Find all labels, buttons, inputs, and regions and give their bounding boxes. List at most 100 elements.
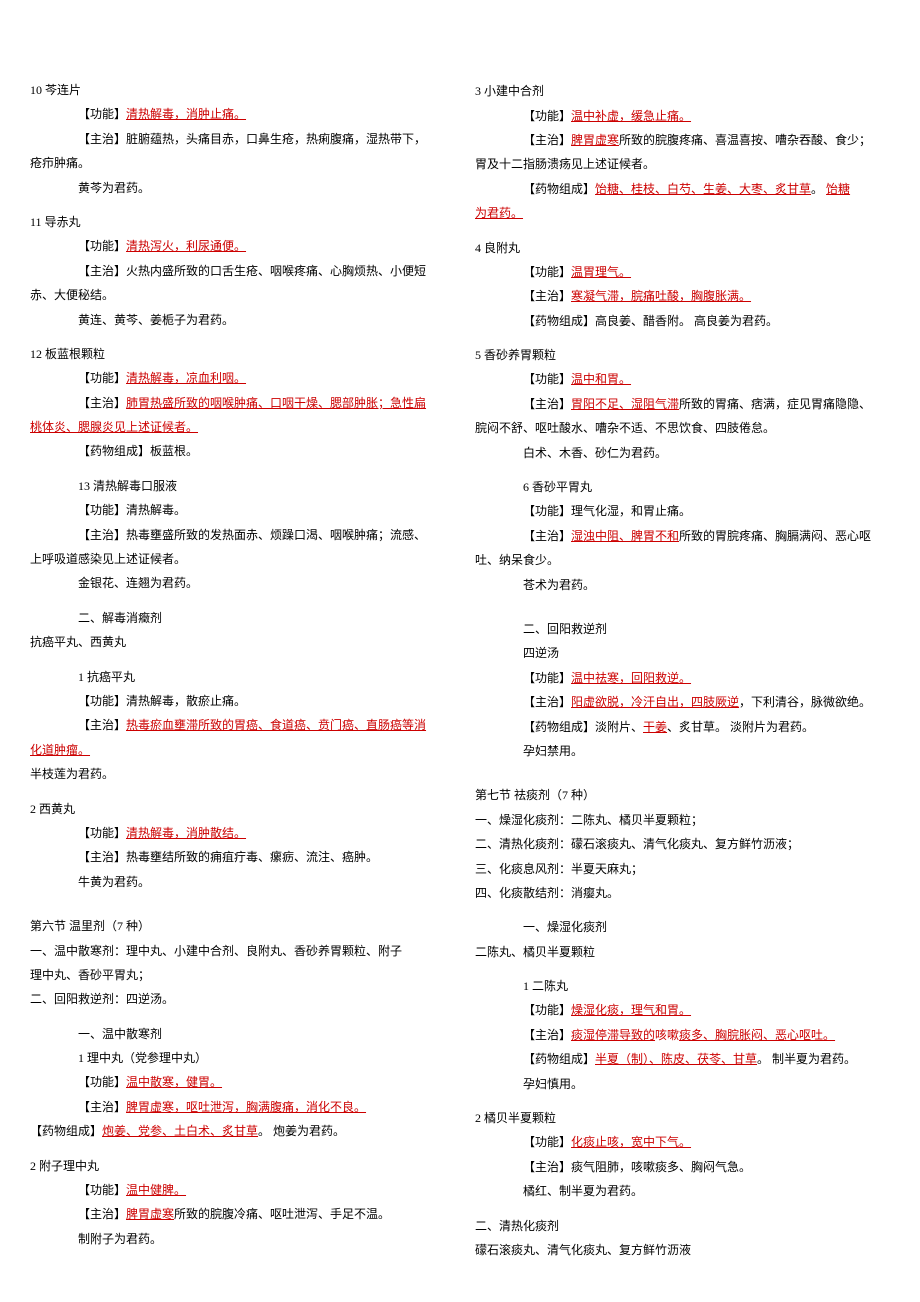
- line: 【主治】火热内盛所致的口舌生疮、咽喉疼痛、心胸烦热、小便短: [30, 261, 445, 281]
- content: 胃及十二指肠溃疡见上述证候者。: [475, 157, 655, 171]
- item: 1 理中丸（党参理中丸）: [30, 1048, 445, 1068]
- line: 黄连、黄芩、姜栀子为君药。: [30, 310, 445, 330]
- line: 制附子为君药。: [30, 1229, 445, 1249]
- label: 【主治】: [523, 1028, 571, 1042]
- line: 【药物组成】高良姜、醋香附。 高良姜为君药。: [475, 311, 890, 331]
- content: 清热泻火，利尿通便。: [126, 239, 246, 253]
- line: 抗癌平丸、西黄丸: [30, 632, 445, 652]
- content: 【主治】热毒壅结所致的痈疽疔毒、瘰疬、流注、癌肿。: [78, 850, 378, 864]
- line: 【功能】清热泻火，利尿通便。: [30, 236, 445, 256]
- content: 吐、纳呆食少。: [475, 553, 559, 567]
- content: 干姜: [643, 720, 667, 734]
- content: 脾胃虚寒，呕吐泄泻，胸满腹痛，消化不良。: [126, 1100, 366, 1114]
- content: 温中和胃。: [571, 372, 631, 386]
- content: 化道肿瘤。: [30, 743, 90, 757]
- subsection: 二、清热化痰剂: [475, 1216, 890, 1236]
- suffix: 。 炮姜为君药。: [258, 1124, 345, 1138]
- line: 【功能】温胃理气。: [475, 262, 890, 282]
- line: 【功能】温中散寒，健胃。: [30, 1072, 445, 1092]
- line: 【药物组成】板蓝根。: [30, 441, 445, 461]
- line: 【药物组成】淡附片、干姜、炙甘草。 淡附片为君药。: [475, 717, 890, 737]
- line: 【功能】温中祛寒，回阳救逆。: [475, 668, 890, 688]
- line: 吐、纳呆食少。: [475, 550, 890, 570]
- suffix: 所致的脘腹冷痛、呕吐泄泻、手足不温。: [174, 1207, 390, 1221]
- label: 【主治】: [78, 1100, 126, 1114]
- content: 白术、木香、砂仁为君药。: [523, 446, 667, 460]
- heading: 4 良附丸: [475, 241, 520, 255]
- label: 【功能】: [78, 107, 126, 121]
- heading: 5 香砂养胃颗粒: [475, 348, 556, 362]
- content: 温中健脾。: [126, 1183, 186, 1197]
- line: 【主治】热毒壅盛所致的发热面赤、烦躁口渴、咽喉肿痛；流感、: [30, 525, 445, 545]
- line: 【功能】清热解毒，散瘀止痛。: [30, 691, 445, 711]
- line: 【功能】清热解毒。: [30, 500, 445, 520]
- content: 疮疖肿痛。: [30, 156, 90, 170]
- content: 二陈丸、橘贝半夏颗粒: [475, 945, 595, 959]
- line: 【药物组成】炮姜、党参、土白术、炙甘草。 炮姜为君药。: [30, 1121, 445, 1141]
- label: 【功能】: [523, 671, 571, 685]
- content: 【功能】清热解毒，散瘀止痛。: [78, 694, 246, 708]
- suffix: ，下利清谷，脉微欲绝。: [739, 695, 871, 709]
- line: 【功能】清热解毒，消肿止痛。: [30, 104, 445, 124]
- item: 6 香砂平胃丸: [475, 477, 890, 497]
- content: 湿浊中阻、脾胃不和: [571, 529, 679, 543]
- line: 一、温中散寒剂：理中丸、小建中合剂、良附丸、香砂养胃颗粒、附子: [30, 941, 445, 961]
- item-13: 13 清热解毒口服液: [30, 476, 445, 496]
- line: 三、化痰息风剂：半夏天麻丸；: [475, 859, 890, 879]
- heading: 一、燥湿化痰剂: [523, 920, 607, 934]
- line: 上呼吸道感染见上述证候者。: [30, 549, 445, 569]
- red: 咳嗽: [655, 1028, 679, 1042]
- content: 一、温中散寒剂：理中丸、小建中合剂、良附丸、香砂养胃颗粒、附子: [30, 944, 402, 958]
- label: 【功能】: [523, 1135, 571, 1149]
- line: 金银花、连翘为君药。: [30, 573, 445, 593]
- item: 3 小建中合剂: [475, 81, 890, 101]
- label: 【功能】: [523, 265, 571, 279]
- label: 【功能】: [78, 1075, 126, 1089]
- content: 二、清热化痰剂：礞石滚痰丸、清气化痰丸、复方鲜竹沥液；: [475, 837, 799, 851]
- content: 橘红、制半夏为君药。: [523, 1184, 643, 1198]
- item-10: 10 芩连片: [30, 80, 445, 100]
- heading: 二、回阳救逆剂: [523, 622, 607, 636]
- line: 【功能】清热解毒，消肿散结。: [30, 823, 445, 843]
- label: 【功能】: [78, 239, 126, 253]
- content: 温胃理气。: [571, 265, 631, 279]
- label: 【药物组成】: [523, 1052, 595, 1066]
- content: 金银花、连翘为君药。: [78, 576, 198, 590]
- line: 为君药。: [475, 203, 890, 223]
- label: 【药物组成】淡附片、: [523, 720, 643, 734]
- line: 【功能】燥湿化痰，理气和胃。: [475, 1000, 890, 1020]
- content: 清热解毒，消肿散结。: [126, 826, 246, 840]
- label: 【功能】: [523, 372, 571, 386]
- line: 【功能】温中健脾。: [30, 1180, 445, 1200]
- line: 【功能】温中和胃。: [475, 369, 890, 389]
- line: 半枝莲为君药。: [30, 764, 445, 784]
- line: 孕妇禁用。: [475, 741, 890, 761]
- label: 【主治】: [523, 289, 571, 303]
- content: 温中补虚，缓急止痛。: [571, 109, 691, 123]
- heading: 6 香砂平胃丸: [523, 480, 592, 494]
- content: 肺胃热盛所致的咽喉肿痛、口咽干燥、腮部肿胀；急性扁: [126, 396, 426, 410]
- line: 理中丸、香砂平胃丸；: [30, 965, 445, 985]
- heading: 11 导赤丸: [30, 215, 81, 229]
- item: 1 二陈丸: [475, 976, 890, 996]
- heading: 1 理中丸（党参理中丸）: [78, 1051, 207, 1065]
- line: 【主治】热毒壅结所致的痈疽疔毒、瘰疬、流注、癌肿。: [30, 847, 445, 867]
- content: 理中丸、香砂平胃丸；: [30, 968, 150, 982]
- line: 【主治】脾胃虚寒所致的脘腹冷痛、呕吐泄泻、手足不温。: [30, 1204, 445, 1224]
- content: 【主治】热毒壅盛所致的发热面赤、烦躁口渴、咽喉肿痛；流感、: [78, 528, 426, 542]
- content: 【功能】清热解毒。: [78, 503, 186, 517]
- section-7: 第七节 祛痰剂（7 种）: [475, 785, 890, 805]
- label: 【功能】: [78, 1183, 126, 1197]
- line: 牛黄为君药。: [30, 872, 445, 892]
- line: 苍术为君药。: [475, 575, 890, 595]
- content: 温中散寒，健胃。: [126, 1075, 222, 1089]
- heading: 10 芩连片: [30, 83, 81, 97]
- line: 化道肿瘤。: [30, 740, 445, 760]
- item-12: 12 板蓝根颗粒: [30, 344, 445, 364]
- line: 【主治】肺胃热盛所致的咽喉肿痛、口咽干燥、腮部肿胀；急性扁: [30, 393, 445, 413]
- line: 【主治】热毒瘀血壅滞所致的胃癌、食道癌、贲门癌、直肠癌等消: [30, 715, 445, 735]
- content: 脘闷不舒、呕吐酸水、嘈杂不适、不思饮食、四肢倦怠。: [475, 421, 775, 435]
- content: 胃阳不足、湿阻气滞: [571, 397, 679, 411]
- content: 【主治】脏腑蕴热，头痛目赤，口鼻生疮，热痢腹痛，湿热带下，: [78, 132, 426, 146]
- item: 2 橘贝半夏颗粒: [475, 1108, 890, 1128]
